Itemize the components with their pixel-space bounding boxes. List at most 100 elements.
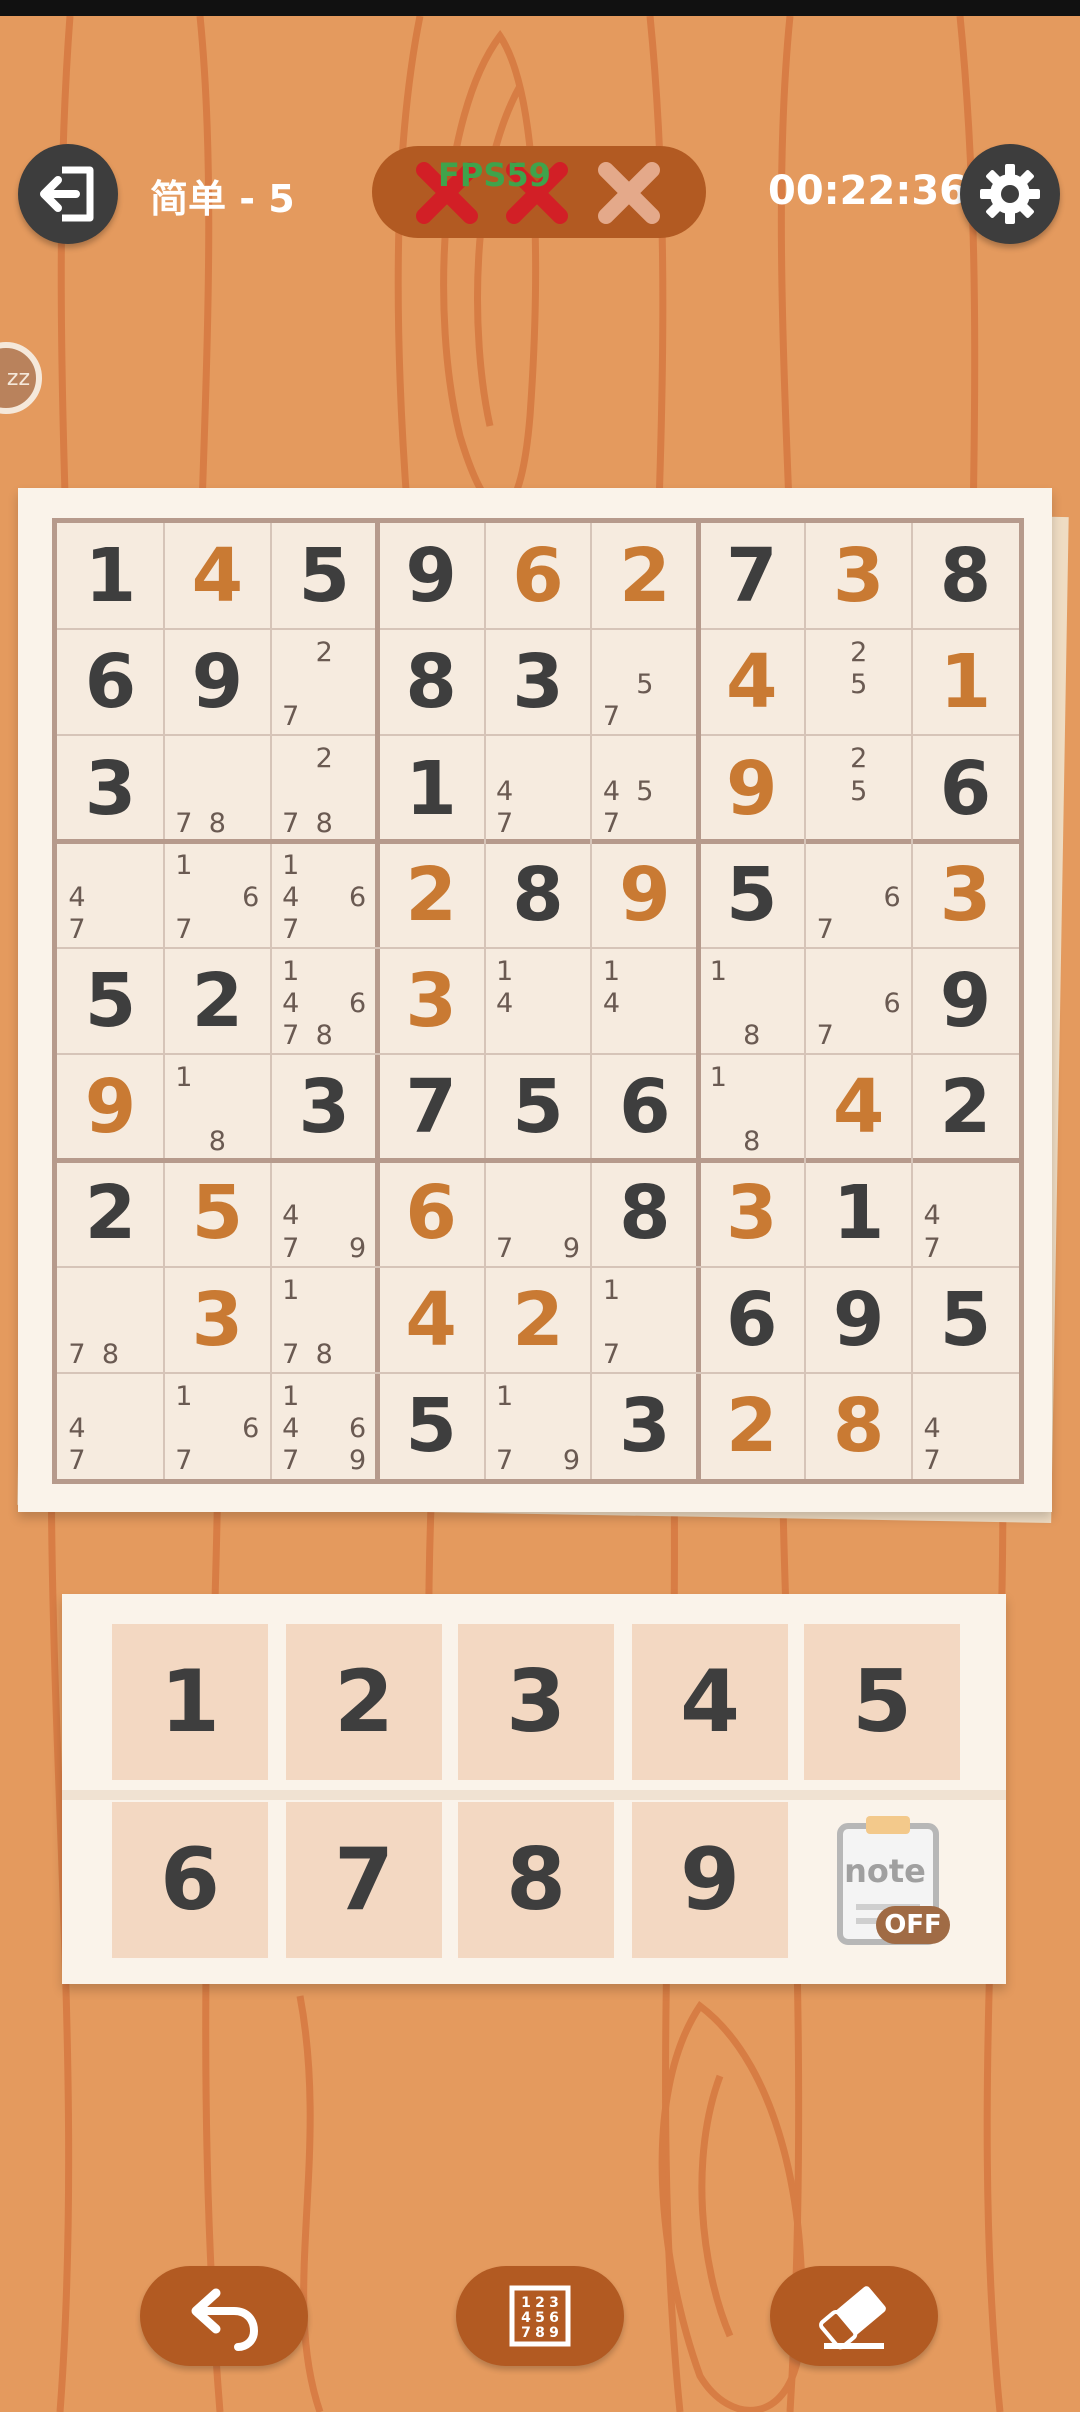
- board-cell-r2c1[interactable]: 6: [57, 629, 164, 735]
- pencil-note: 8: [101, 1338, 120, 1370]
- board-cell-r8c5[interactable]: 2: [485, 1267, 592, 1373]
- board-cell-r3c7[interactable]: 9: [698, 735, 805, 841]
- board-cell-r1c4[interactable]: 9: [378, 523, 485, 629]
- board-cell-r6c6[interactable]: 6: [591, 1054, 698, 1160]
- numpad-button-1[interactable]: 1: [112, 1624, 268, 1780]
- board-cell-r6c8[interactable]: 4: [805, 1054, 912, 1160]
- number-grid-button[interactable]: 123 456 789: [456, 2266, 624, 2366]
- board-cell-r6c4[interactable]: 7: [378, 1054, 485, 1160]
- board-cell-r4c4[interactable]: 2: [378, 842, 485, 948]
- undo-button[interactable]: [140, 2266, 308, 2366]
- board-cell-r7c1[interactable]: 2: [57, 1160, 164, 1266]
- board-cell-r1c2[interactable]: 4: [164, 523, 271, 629]
- board-cell-r8c1[interactable]: 78: [57, 1267, 164, 1373]
- numpad-button-4[interactable]: 4: [632, 1624, 788, 1780]
- board-cell-r2c3[interactable]: 27: [271, 629, 378, 735]
- board-cell-r9c5[interactable]: 1 7 9: [485, 1373, 592, 1479]
- board-cell-r1c1[interactable]: 1: [57, 523, 164, 629]
- board-cell-r4c9[interactable]: 3: [912, 842, 1019, 948]
- numpad-button-2[interactable]: 2: [286, 1624, 442, 1780]
- board-cell-r8c3[interactable]: 1 78: [271, 1267, 378, 1373]
- settings-button[interactable]: [960, 144, 1060, 244]
- board-cell-r9c9[interactable]: 47: [912, 1373, 1019, 1479]
- exit-button[interactable]: [18, 144, 118, 244]
- board-cell-r2c5[interactable]: 3: [485, 629, 592, 735]
- board-cell-r4c8[interactable]: 67: [805, 842, 912, 948]
- board-cell-r4c1[interactable]: 47: [57, 842, 164, 948]
- board-cell-r2c7[interactable]: 4: [698, 629, 805, 735]
- board-cell-r2c6[interactable]: 57: [591, 629, 698, 735]
- pencil-note: 6: [349, 987, 367, 1019]
- board-cell-r8c4[interactable]: 4: [378, 1267, 485, 1373]
- board-cell-r1c5[interactable]: 6: [485, 523, 592, 629]
- board-cell-r3c1[interactable]: 3: [57, 735, 164, 841]
- board-cell-r1c7[interactable]: 7: [698, 523, 805, 629]
- board-cell-r7c4[interactable]: 6: [378, 1160, 485, 1266]
- board-cell-r7c2[interactable]: 5: [164, 1160, 271, 1266]
- board-cell-r7c8[interactable]: 1: [805, 1160, 912, 1266]
- board-cell-r3c5[interactable]: 47: [485, 735, 592, 841]
- numpad-button-6[interactable]: 6: [112, 1802, 268, 1958]
- board-cell-r8c9[interactable]: 5: [912, 1267, 1019, 1373]
- board-cell-r5c1[interactable]: 5: [57, 948, 164, 1054]
- board-cell-r6c7[interactable]: 18: [698, 1054, 805, 1160]
- board-cell-r9c1[interactable]: 47: [57, 1373, 164, 1479]
- numpad-button-8[interactable]: 8: [458, 1802, 614, 1958]
- board-cell-r6c2[interactable]: 18: [164, 1054, 271, 1160]
- erase-button[interactable]: [770, 2266, 938, 2366]
- board-cell-r4c5[interactable]: 8: [485, 842, 592, 948]
- board-cell-r6c5[interactable]: 5: [485, 1054, 592, 1160]
- board-cell-r2c9[interactable]: 1: [912, 629, 1019, 735]
- board-cell-r5c4[interactable]: 3: [378, 948, 485, 1054]
- board-cell-r9c3[interactable]: 14 6 7 9: [271, 1373, 378, 1479]
- given-digit: 9: [191, 639, 244, 726]
- fps-counter: FPS59: [438, 156, 551, 194]
- board-cell-r3c4[interactable]: 1: [378, 735, 485, 841]
- board-cell-r9c2[interactable]: 1 6 7: [164, 1373, 271, 1479]
- board-cell-r1c9[interactable]: 8: [912, 523, 1019, 629]
- board-cell-r3c2[interactable]: 78: [164, 735, 271, 841]
- board-cell-r3c9[interactable]: 6: [912, 735, 1019, 841]
- board-cell-r8c6[interactable]: 17: [591, 1267, 698, 1373]
- board-cell-r5c5[interactable]: 14: [485, 948, 592, 1054]
- numpad-button-3[interactable]: 3: [458, 1624, 614, 1780]
- board-cell-r1c6[interactable]: 2: [591, 523, 698, 629]
- board-cell-r4c7[interactable]: 5: [698, 842, 805, 948]
- numpad-button-7[interactable]: 7: [286, 1802, 442, 1958]
- board-cell-r2c4[interactable]: 8: [378, 629, 485, 735]
- board-cell-r9c7[interactable]: 2: [698, 1373, 805, 1479]
- board-cell-r2c2[interactable]: 9: [164, 629, 271, 735]
- board-cell-r6c1[interactable]: 9: [57, 1054, 164, 1160]
- board-cell-r1c8[interactable]: 3: [805, 523, 912, 629]
- board-cell-r7c7[interactable]: 3: [698, 1160, 805, 1266]
- board-cell-r6c3[interactable]: 3: [271, 1054, 378, 1160]
- board-cell-r7c5[interactable]: 79: [485, 1160, 592, 1266]
- board-cell-r4c6[interactable]: 9: [591, 842, 698, 948]
- board-cell-r5c8[interactable]: 67: [805, 948, 912, 1054]
- board-cell-r5c9[interactable]: 9: [912, 948, 1019, 1054]
- board-cell-r3c6[interactable]: 457: [591, 735, 698, 841]
- board-cell-r5c7[interactable]: 18: [698, 948, 805, 1054]
- board-cell-r5c2[interactable]: 2: [164, 948, 271, 1054]
- board-cell-r7c3[interactable]: 47 9: [271, 1160, 378, 1266]
- board-cell-r3c3[interactable]: 278: [271, 735, 378, 841]
- board-cell-r6c9[interactable]: 2: [912, 1054, 1019, 1160]
- board-cell-r8c2[interactable]: 3: [164, 1267, 271, 1373]
- board-cell-r5c3[interactable]: 14 6 78: [271, 948, 378, 1054]
- numpad-button-9[interactable]: 9: [632, 1802, 788, 1958]
- board-cell-r9c6[interactable]: 3: [591, 1373, 698, 1479]
- board-cell-r4c2[interactable]: 1 6 7: [164, 842, 271, 948]
- board-cell-r3c8[interactable]: 25: [805, 735, 912, 841]
- board-cell-r8c8[interactable]: 9: [805, 1267, 912, 1373]
- board-cell-r7c9[interactable]: 47: [912, 1160, 1019, 1266]
- board-cell-r8c7[interactable]: 6: [698, 1267, 805, 1373]
- sleep-badge[interactable]: zz: [0, 342, 42, 414]
- board-cell-r4c3[interactable]: 14 6 7: [271, 842, 378, 948]
- board-cell-r9c8[interactable]: 8: [805, 1373, 912, 1479]
- board-cell-r9c4[interactable]: 5: [378, 1373, 485, 1479]
- board-cell-r7c6[interactable]: 8: [591, 1160, 698, 1266]
- numpad-button-5[interactable]: 5: [804, 1624, 960, 1780]
- board-cell-r5c6[interactable]: 14: [591, 948, 698, 1054]
- board-cell-r2c8[interactable]: 25: [805, 629, 912, 735]
- board-cell-r1c3[interactable]: 5: [271, 523, 378, 629]
